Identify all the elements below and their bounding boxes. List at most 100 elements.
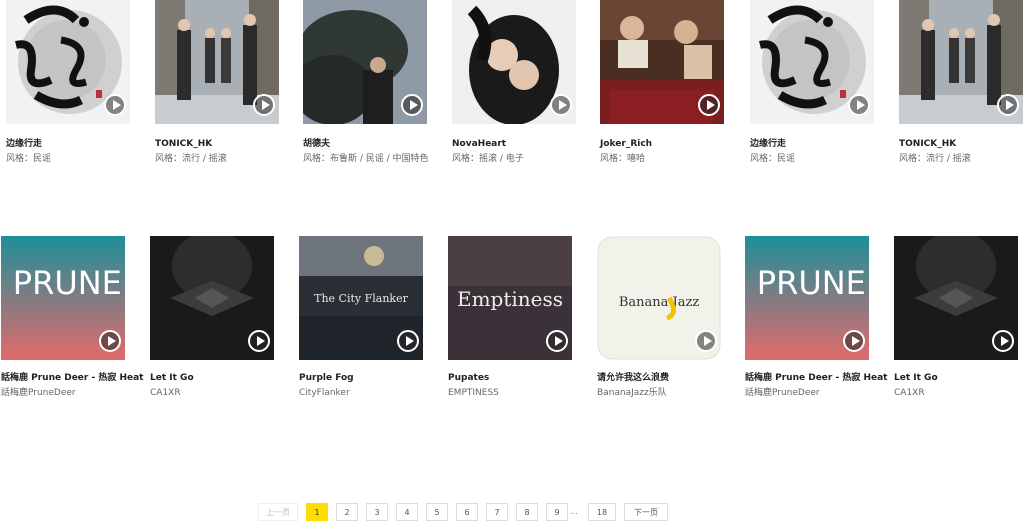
- artist-style: 风格：嘻哈: [600, 153, 724, 165]
- style-value: 民谣: [777, 154, 796, 164]
- prev-page-button[interactable]: 上一页: [258, 503, 298, 521]
- artist-style: 风格：民谣: [6, 153, 130, 165]
- play-circle-icon[interactable]: [997, 94, 1019, 116]
- track-card[interactable]: Let It Go CA1XR: [894, 236, 1018, 399]
- style-value: 流行 / 摇滚: [926, 154, 971, 164]
- style-value: 流行 / 摇滚: [182, 154, 227, 164]
- play-circle-icon[interactable]: [848, 94, 870, 116]
- artist-card[interactable]: TONICK_HK 风格：流行 / 摇滚: [899, 0, 1023, 165]
- play-circle-icon[interactable]: [695, 330, 717, 352]
- play-circle-icon[interactable]: [698, 94, 720, 116]
- next-page-button[interactable]: 下一页: [624, 503, 668, 521]
- play-circle-icon[interactable]: [253, 94, 275, 116]
- artist-name[interactable]: NovaHeart: [452, 138, 576, 150]
- cover-text: 話梅鹿 PRUNE DEER: [1, 264, 125, 302]
- artist-name[interactable]: TONICK_HK: [155, 138, 279, 150]
- track-cover[interactable]: 話梅鹿 PRUNE DEER: [745, 236, 869, 360]
- play-circle-icon[interactable]: [401, 94, 423, 116]
- artist-style: 风格：民谣: [750, 153, 874, 165]
- track-cover[interactable]: Banana Jazz: [597, 236, 721, 360]
- play-circle-icon[interactable]: [99, 330, 121, 352]
- artist-name[interactable]: 胡德夫: [303, 138, 427, 150]
- artist-name[interactable]: 边缘行走: [6, 138, 130, 150]
- track-cover[interactable]: [150, 236, 274, 360]
- pagination-ellipsis: ...: [570, 507, 578, 516]
- track-title[interactable]: Purple Fog: [299, 372, 423, 384]
- artist-style: 风格：布鲁斯 / 民谣 / 中国特色: [303, 153, 429, 165]
- play-circle-icon[interactable]: [546, 330, 568, 352]
- track-card[interactable]: Let It Go CA1XR: [150, 236, 274, 399]
- artist-style: 风格：流行 / 摇滚: [155, 153, 279, 165]
- artist-cover[interactable]: [452, 0, 576, 124]
- track-title[interactable]: 話梅鹿 Prune Deer - 热寂 Heat: [745, 372, 887, 384]
- page-button-9[interactable]: 9: [546, 503, 568, 521]
- track-title[interactable]: 話梅鹿 Prune Deer - 热寂 Heat: [1, 372, 143, 384]
- track-row: 話梅鹿 PRUNE DEER 話梅鹿 Prune Deer - 热寂 Heat …: [0, 236, 1023, 416]
- cover-text: Emptiness: [457, 287, 563, 311]
- play-circle-icon[interactable]: [550, 94, 572, 116]
- track-artist[interactable]: 話梅鹿PruneDeer: [745, 387, 869, 399]
- track-card[interactable]: Emptiness Pupates EMPTINESS: [448, 236, 572, 399]
- play-circle-icon[interactable]: [843, 330, 865, 352]
- artist-style: 风格：流行 / 摇滚: [899, 153, 1023, 165]
- style-value: 布鲁斯 / 民谣 / 中国特色: [330, 154, 429, 164]
- track-cover[interactable]: Emptiness: [448, 236, 572, 360]
- play-circle-icon[interactable]: [397, 330, 419, 352]
- play-circle-icon[interactable]: [992, 330, 1014, 352]
- artist-card[interactable]: TONICK_HK 风格：流行 / 摇滚: [155, 0, 279, 165]
- page-button-1[interactable]: 1: [306, 503, 328, 521]
- artist-name[interactable]: 边缘行走: [750, 138, 874, 150]
- page-button-4[interactable]: 4: [396, 503, 418, 521]
- artist-card[interactable]: 胡德夫 风格：布鲁斯 / 民谣 / 中国特色: [303, 0, 429, 165]
- track-artist[interactable]: CA1XR: [894, 387, 1018, 399]
- artist-card[interactable]: NovaHeart 风格：摇滚 / 电子: [452, 0, 576, 165]
- artist-cover[interactable]: [303, 0, 427, 124]
- artist-card[interactable]: 边缘行走 风格：民谣: [750, 0, 874, 165]
- artist-cover[interactable]: [600, 0, 724, 124]
- page-button-5[interactable]: 5: [426, 503, 448, 521]
- artist-card[interactable]: 边缘行走 风格：民谣: [6, 0, 130, 165]
- page-button-7[interactable]: 7: [486, 503, 508, 521]
- track-cover[interactable]: The City Flanker: [299, 236, 423, 360]
- track-card[interactable]: Banana Jazz 请允许我这么浪费 BananaJazz乐队: [597, 236, 721, 399]
- style-label: 风格：: [750, 154, 778, 164]
- page-button-2[interactable]: 2: [336, 503, 358, 521]
- track-cover[interactable]: [894, 236, 1018, 360]
- style-value: 民谣: [33, 154, 52, 164]
- track-cover[interactable]: 話梅鹿 PRUNE DEER: [1, 236, 125, 360]
- artist-cover[interactable]: [750, 0, 874, 124]
- artist-cover[interactable]: [6, 0, 130, 124]
- track-artist[interactable]: EMPTINESS: [448, 387, 572, 399]
- track-artist[interactable]: 話梅鹿PruneDeer: [1, 387, 125, 399]
- page-button-8[interactable]: 8: [516, 503, 538, 521]
- artist-cover[interactable]: [155, 0, 279, 124]
- play-circle-icon[interactable]: [248, 330, 270, 352]
- track-card[interactable]: 話梅鹿 PRUNE DEER 話梅鹿 Prune Deer - 热寂 Heat …: [745, 236, 887, 399]
- page-button-6[interactable]: 6: [456, 503, 478, 521]
- artist-card[interactable]: Joker_Rich 风格：嘻哈: [600, 0, 724, 165]
- style-value: 嘻哈: [627, 154, 646, 164]
- page-button-last[interactable]: 18: [588, 503, 616, 521]
- track-artist[interactable]: BananaJazz乐队: [597, 387, 721, 399]
- play-circle-icon[interactable]: [104, 94, 126, 116]
- artist-name[interactable]: Joker_Rich: [600, 138, 724, 150]
- style-label: 风格：: [303, 154, 331, 164]
- style-label: 风格：: [6, 154, 34, 164]
- artist-cover[interactable]: [899, 0, 1023, 124]
- track-artist[interactable]: CityFlanker: [299, 387, 423, 399]
- page-button-3[interactable]: 3: [366, 503, 388, 521]
- style-label: 风格：: [155, 154, 183, 164]
- style-label: 风格：: [899, 154, 927, 164]
- track-title[interactable]: Let It Go: [150, 372, 274, 384]
- track-artist[interactable]: CA1XR: [150, 387, 274, 399]
- track-title[interactable]: 请允许我这么浪费: [597, 372, 721, 384]
- cover-text: Banana Jazz: [619, 295, 699, 310]
- track-card[interactable]: 話梅鹿 PRUNE DEER 話梅鹿 Prune Deer - 热寂 Heat …: [1, 236, 143, 399]
- cover-text: 話梅鹿 PRUNE DEER: [745, 264, 869, 302]
- artist-name[interactable]: TONICK_HK: [899, 138, 1023, 150]
- track-title[interactable]: Pupates: [448, 372, 572, 384]
- track-title[interactable]: Let It Go: [894, 372, 1018, 384]
- style-value: 摇滚 / 电子: [479, 154, 524, 164]
- artist-row: 边缘行走 风格：民谣 TONICK_HK 风格：流行 / 摇滚 胡德夫 风格：布…: [0, 0, 1023, 180]
- track-card[interactable]: The City Flanker Purple Fog CityFlanker: [299, 236, 423, 399]
